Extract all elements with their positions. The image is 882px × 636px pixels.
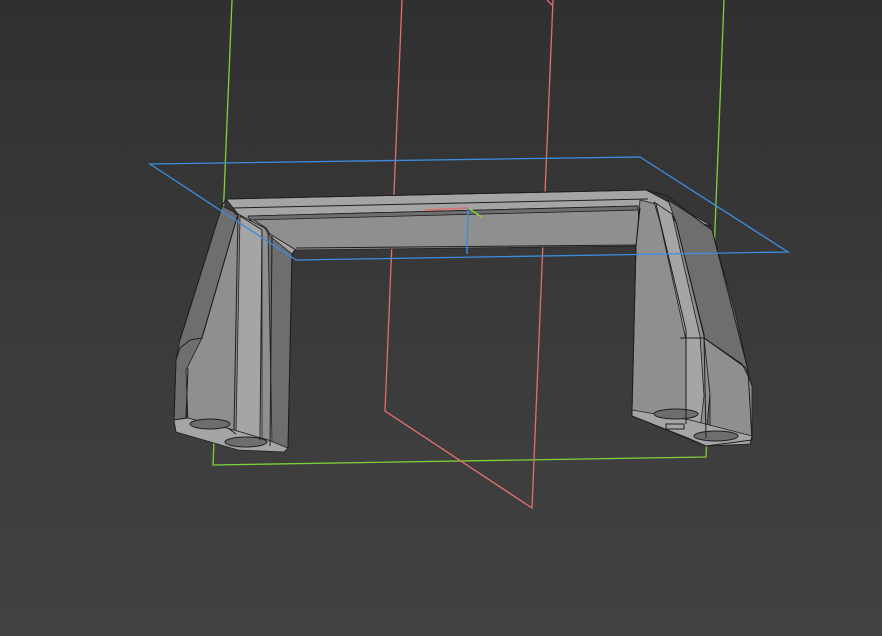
yz-plane[interactable] bbox=[384, 0, 554, 510]
bracket-model[interactable] bbox=[173, 189, 753, 453]
3d-viewport[interactable] bbox=[0, 0, 882, 636]
